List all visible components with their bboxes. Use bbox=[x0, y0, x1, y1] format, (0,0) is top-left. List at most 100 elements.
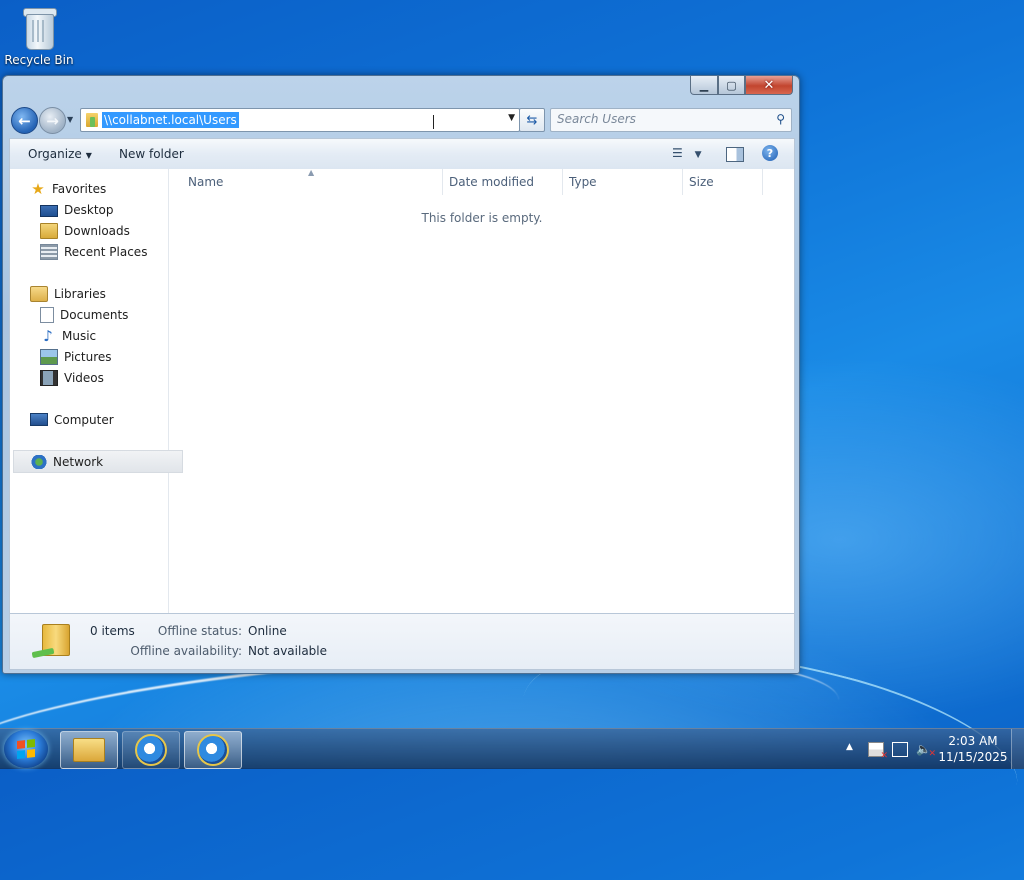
close-icon: ✕ bbox=[763, 77, 775, 93]
clock-time: 2:03 AM bbox=[948, 734, 998, 748]
column-label: Size bbox=[689, 175, 714, 189]
nav-label: Music bbox=[62, 328, 97, 343]
new-folder-button[interactable]: New folder bbox=[119, 147, 184, 161]
navigation-pane: ★ Favorites Desktop Downloads Recent Pla… bbox=[10, 169, 183, 613]
item-count: 0 items bbox=[90, 624, 135, 638]
sort-caret-icon: ▲ bbox=[308, 168, 315, 177]
address-text[interactable]: \\collabnet.local\Users bbox=[102, 112, 239, 128]
offline-availability-label: Offline availability: bbox=[130, 644, 242, 658]
empty-folder-message: This folder is empty. bbox=[421, 211, 543, 225]
nav-label: Computer bbox=[54, 412, 114, 427]
nav-item-downloads[interactable]: Downloads bbox=[10, 220, 196, 241]
windows-logo-icon bbox=[17, 739, 35, 759]
address-bar[interactable]: \\collabnet.local\Users ▼ bbox=[80, 108, 520, 132]
nav-label: Network bbox=[53, 454, 104, 469]
change-view-button[interactable]: ☰ ▼ bbox=[672, 146, 702, 160]
refresh-button[interactable]: ⇆ bbox=[519, 108, 545, 132]
nav-label: Pictures bbox=[64, 349, 112, 364]
column-header-date-modified[interactable]: Date modified bbox=[443, 169, 563, 195]
navigation-bar: ← → ▼ \\collabnet.local\Users ▼ ⇆ ⚲ bbox=[9, 105, 793, 135]
search-input[interactable] bbox=[551, 109, 773, 129]
nav-label: Videos bbox=[64, 370, 104, 385]
video-film-icon bbox=[40, 369, 58, 386]
details-pane: 0 items Offline status: Online Offline a… bbox=[9, 613, 795, 670]
back-arrow-icon: ← bbox=[18, 111, 31, 130]
folder-large-icon bbox=[31, 620, 70, 659]
recycle-bin-label: Recycle Bin bbox=[4, 53, 74, 67]
nav-item-recent-places[interactable]: Recent Places bbox=[10, 241, 196, 262]
taskbar-app-button-1[interactable] bbox=[122, 731, 180, 769]
nav-item-desktop[interactable]: Desktop bbox=[10, 199, 196, 220]
forward-button[interactable]: → bbox=[39, 107, 66, 134]
column-label: Name bbox=[188, 175, 224, 189]
nav-item-pictures[interactable]: Pictures bbox=[10, 346, 196, 367]
action-center-icon[interactable] bbox=[868, 742, 888, 761]
close-button[interactable]: ✕ bbox=[745, 76, 793, 95]
nav-label: Libraries bbox=[54, 286, 106, 301]
taskbar-explorer-button[interactable] bbox=[60, 731, 118, 769]
pictures-icon bbox=[40, 348, 58, 365]
nav-item-network[interactable]: Network bbox=[13, 450, 183, 473]
desktop-icon-recycle-bin[interactable]: Recycle Bin bbox=[4, 4, 74, 67]
nav-label: Documents bbox=[60, 307, 129, 322]
recent-pages-dropdown[interactable]: ▼ bbox=[67, 115, 73, 124]
start-button[interactable] bbox=[4, 730, 48, 768]
browser-icon bbox=[197, 734, 229, 766]
music-note-icon: ♪ bbox=[43, 326, 53, 345]
nav-item-music[interactable]: ♪ Music bbox=[10, 325, 196, 346]
taskbar-app-button-2[interactable] bbox=[184, 731, 242, 769]
organize-label: Organize bbox=[28, 147, 82, 161]
nav-label: Desktop bbox=[64, 202, 114, 217]
column-label: Type bbox=[569, 175, 597, 189]
search-box[interactable]: ⚲ bbox=[550, 108, 792, 132]
taskbar: ▲ 🔈 2:03 AM 11/15/2025 bbox=[0, 728, 1024, 769]
minimize-button[interactable]: ▁ bbox=[690, 76, 718, 95]
help-icon[interactable]: ? bbox=[762, 145, 778, 161]
libraries-icon bbox=[30, 285, 48, 302]
computer-icon bbox=[30, 413, 48, 426]
window-controls: ▁ ▢ ✕ bbox=[690, 76, 793, 95]
maximize-button[interactable]: ▢ bbox=[718, 76, 745, 95]
network-status-icon[interactable] bbox=[892, 742, 908, 757]
explorer-content: ★ Favorites Desktop Downloads Recent Pla… bbox=[9, 168, 795, 613]
clock[interactable]: 2:03 AM 11/15/2025 bbox=[938, 733, 1008, 765]
offline-status-value: Online bbox=[248, 624, 287, 638]
column-header-type[interactable]: Type bbox=[563, 169, 683, 195]
column-header-size[interactable]: Size bbox=[683, 169, 763, 195]
address-dropdown-icon[interactable]: ▼ bbox=[508, 113, 515, 123]
nav-label: Downloads bbox=[64, 223, 130, 238]
nav-item-videos[interactable]: Videos bbox=[10, 367, 196, 388]
nav-item-libraries[interactable]: Libraries bbox=[10, 283, 186, 304]
volume-muted-icon[interactable]: 🔈 bbox=[916, 742, 936, 759]
forward-arrow-icon: → bbox=[46, 111, 59, 130]
search-icon[interactable]: ⚲ bbox=[776, 112, 785, 126]
document-icon bbox=[40, 306, 54, 323]
preview-pane-icon[interactable] bbox=[726, 147, 744, 162]
column-label: Date modified bbox=[449, 175, 535, 189]
show-desktop-button[interactable] bbox=[1011, 729, 1024, 769]
nav-item-computer[interactable]: Computer bbox=[10, 409, 186, 430]
show-hidden-icons-button[interactable]: ▲ bbox=[846, 742, 853, 752]
network-folder-icon bbox=[86, 113, 98, 127]
nav-item-favorites[interactable]: ★ Favorites bbox=[10, 178, 186, 199]
recycle-bin-icon bbox=[22, 6, 57, 50]
back-button[interactable]: ← bbox=[11, 107, 38, 134]
view-details-icon: ☰ bbox=[672, 146, 683, 160]
explorer-window: ▁ ▢ ✕ ← → ▼ \\collabnet.local\Users ▼ ⇆ … bbox=[2, 75, 800, 674]
nav-label: Favorites bbox=[52, 181, 107, 196]
folder-icon bbox=[73, 738, 105, 762]
text-cursor-icon bbox=[433, 115, 434, 129]
refresh-icon: ⇆ bbox=[526, 112, 538, 128]
star-icon: ★ bbox=[31, 179, 45, 198]
organize-button[interactable]: Organize ▼ bbox=[28, 147, 92, 161]
nav-item-documents[interactable]: Documents bbox=[10, 304, 196, 325]
chevron-down-icon: ▼ bbox=[694, 150, 702, 160]
maximize-icon: ▢ bbox=[726, 78, 737, 92]
command-bar: Organize ▼ New folder ☰ ▼ ? bbox=[9, 138, 795, 170]
desktop-icon bbox=[40, 204, 58, 217]
offline-availability-value: Not available bbox=[248, 644, 328, 658]
column-header-name[interactable]: Name ▲ bbox=[170, 168, 443, 195]
minimize-icon: ▁ bbox=[699, 78, 709, 92]
recent-places-icon bbox=[40, 243, 58, 260]
network-globe-icon bbox=[31, 454, 47, 469]
